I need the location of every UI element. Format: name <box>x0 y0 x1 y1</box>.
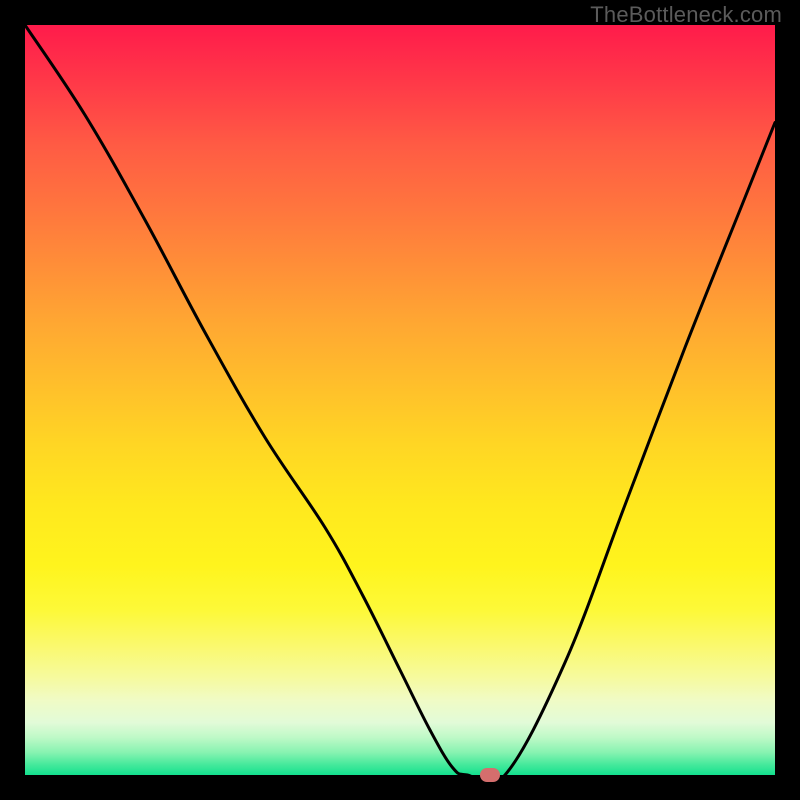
plot-frame <box>25 25 775 775</box>
bottleneck-curve <box>25 25 775 775</box>
watermark-text: TheBottleneck.com <box>590 2 782 28</box>
curve-svg <box>25 25 775 775</box>
optimum-marker <box>480 768 500 782</box>
